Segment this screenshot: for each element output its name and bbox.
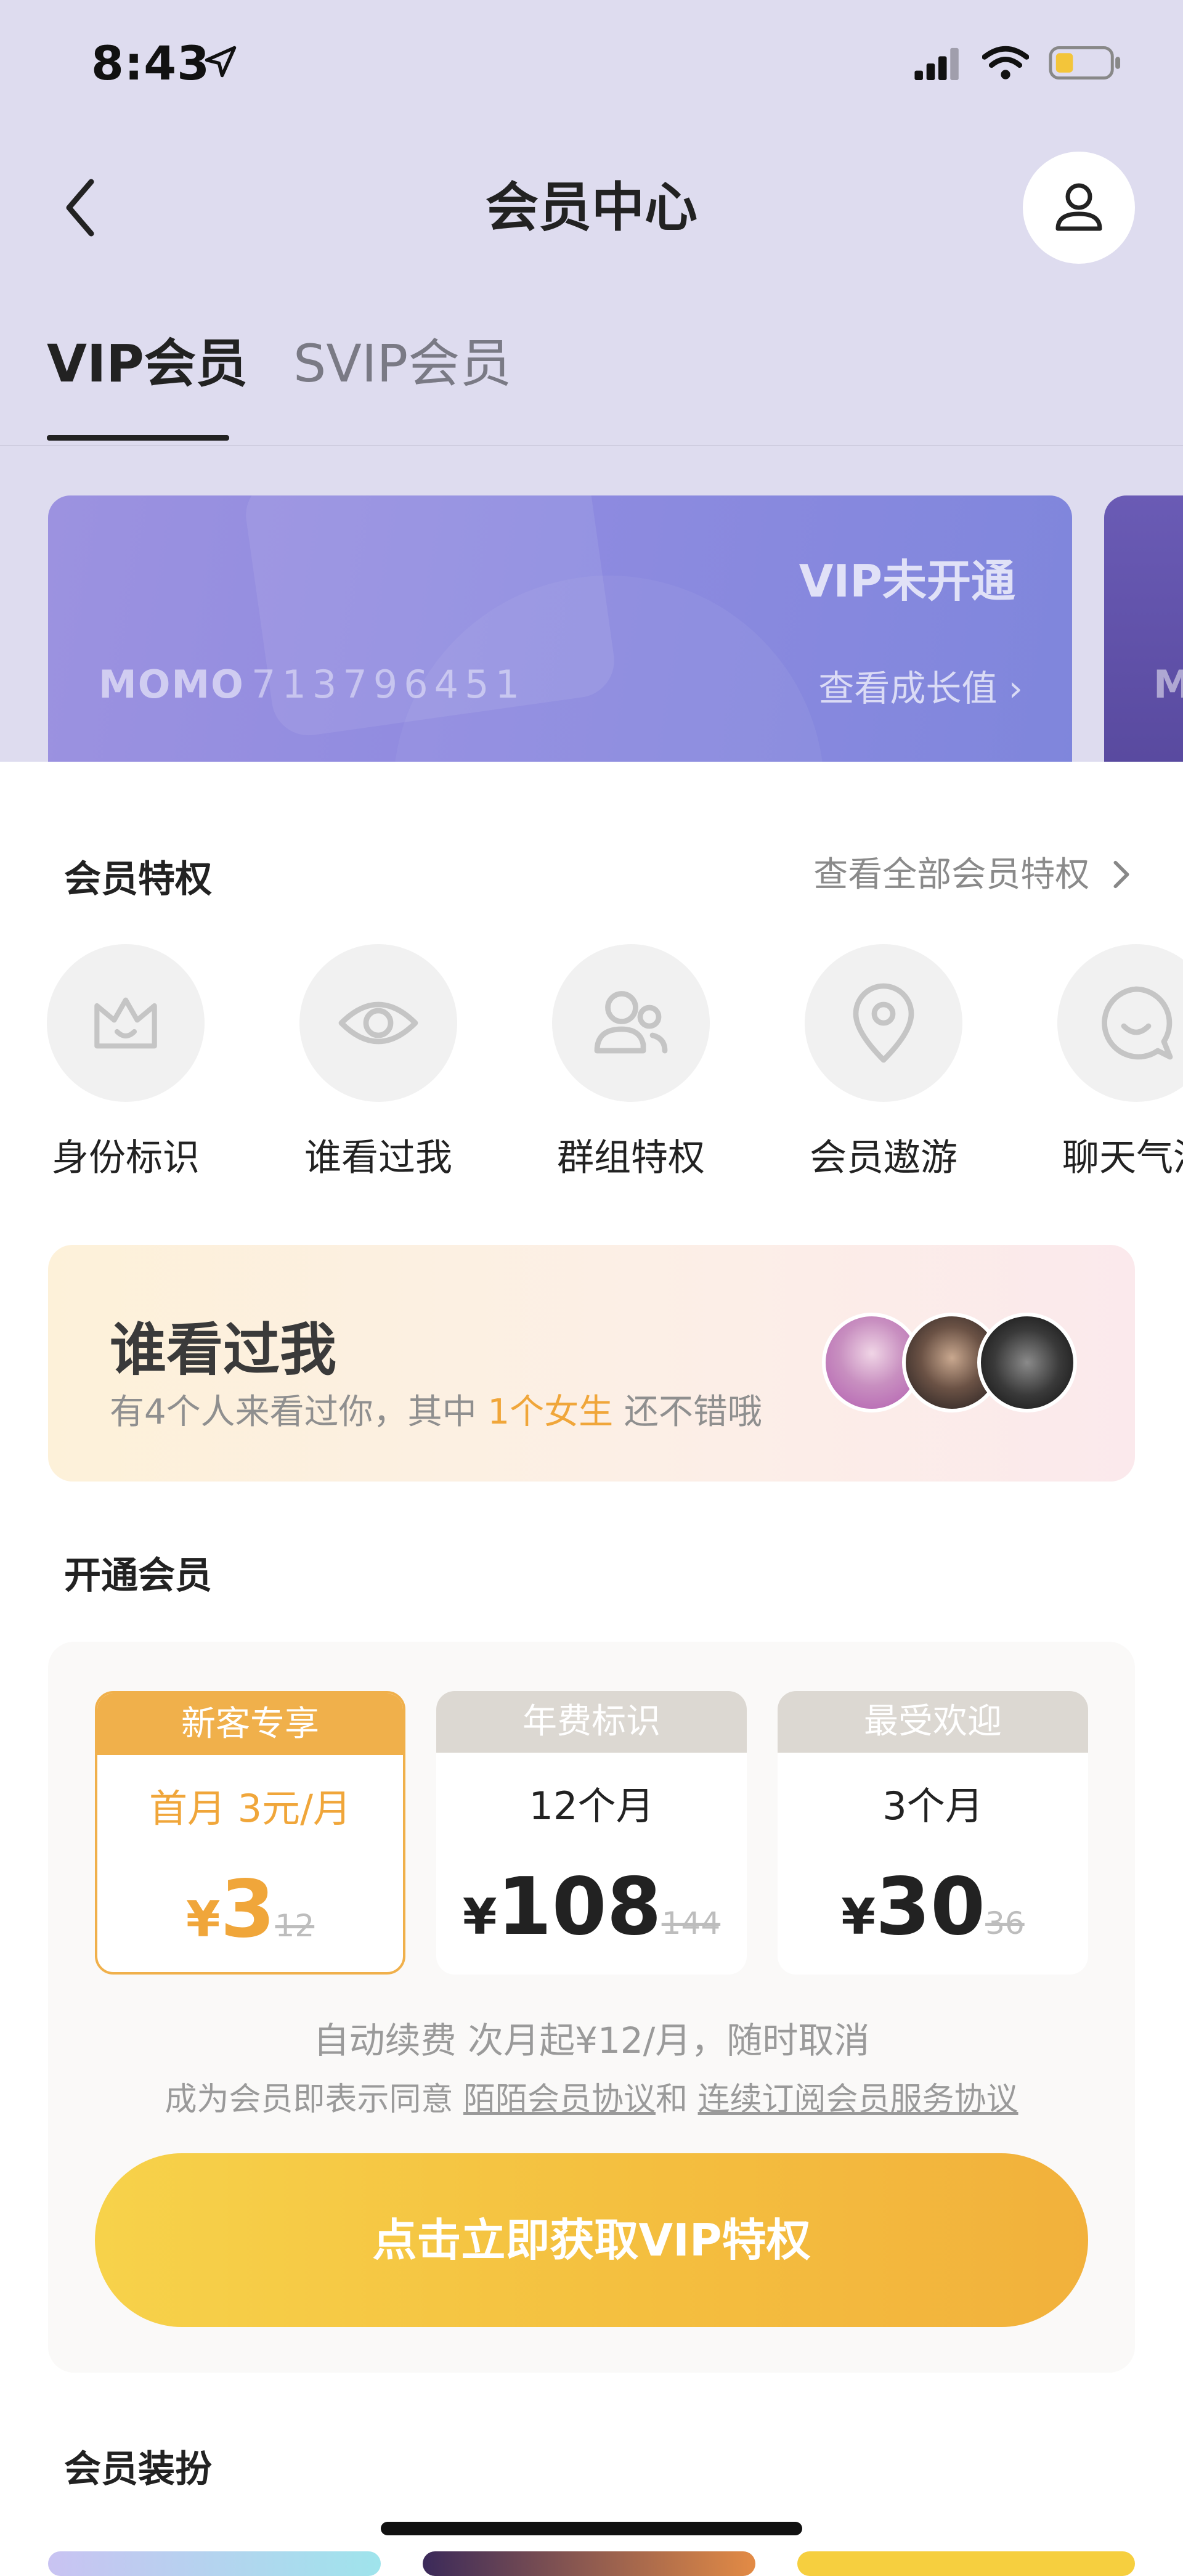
dress-up-item[interactable] — [423, 2551, 755, 2576]
member-card[interactable]: VIP未开通 MOMO 713796451 查看成长值 › — [48, 495, 1072, 791]
growth-value-link[interactable]: 查看成长值 › — [818, 659, 1023, 711]
crown-icon — [94, 997, 157, 1049]
privilege-label: 群组特权 — [557, 1136, 705, 1180]
who-viewed-title: 谁看过我 — [110, 1317, 337, 1383]
svip-card-peek[interactable]: M — [1104, 495, 1183, 791]
plan-price: ¥312 — [97, 1864, 403, 1955]
dress-up-title: 会员装扮 — [64, 2448, 212, 2491]
see-all-privileges-link[interactable]: 查看全部会员特权 — [813, 847, 1134, 897]
privilege-icon-circle — [805, 944, 962, 1102]
plan-name: 3个月 — [882, 1783, 983, 1828]
tab-svip[interactable]: SVIP会员 — [293, 327, 511, 401]
vip-status: VIP未开通 — [799, 555, 1015, 607]
profile-button[interactable] — [1023, 152, 1135, 264]
plan-price: ¥108144 — [436, 1861, 747, 1953]
agreement-and: 和 — [656, 2081, 688, 2118]
privileges-title: 会员特权 — [64, 858, 212, 901]
user-icon — [1055, 183, 1102, 231]
active-tab-indicator — [47, 435, 229, 441]
plans-panel: 新客专享 首月 3元/月 ¥312 年费标识 12个月 ¥108144 最受欢迎… — [48, 1642, 1135, 2373]
privilege-icon-circle — [1057, 944, 1183, 1102]
privilege-roam[interactable]: 会员遨游 — [803, 944, 964, 1181]
location-pin-icon — [853, 983, 914, 1063]
page-title: 会员中心 — [486, 177, 697, 238]
back-button[interactable] — [55, 174, 105, 242]
price: 108 — [497, 1861, 662, 1953]
currency: ¥ — [841, 1888, 876, 1946]
chevron-left-icon — [66, 179, 94, 237]
plan-tag: 年费标识 — [436, 1691, 747, 1753]
plan-option-3-months[interactable]: 最受欢迎 3个月 ¥3036 — [778, 1691, 1088, 1975]
wifi-icon — [982, 46, 1029, 79]
original-price: 12 — [275, 1908, 315, 1944]
price: 3 — [220, 1864, 275, 1955]
card-brand: MOMO — [99, 662, 245, 707]
dress-up-item[interactable] — [797, 2551, 1135, 2576]
desc-suffix: 还不错哦 — [624, 1392, 762, 1432]
privilege-label: 谁看过我 — [304, 1136, 452, 1180]
currency: ¥ — [462, 1888, 497, 1946]
privilege-chat-bubble[interactable]: 聊天气泡 — [1056, 944, 1183, 1181]
desc-prefix: 有4个人来看过你，其中 — [110, 1392, 477, 1432]
visitor-avatar — [977, 1313, 1077, 1412]
original-price: 144 — [661, 1906, 721, 1941]
privilege-who-viewed[interactable]: 谁看过我 — [298, 944, 458, 1181]
privilege-icon-circle — [47, 944, 205, 1102]
privilege-label: 聊天气泡 — [1062, 1136, 1183, 1180]
see-all-label: 查看全部会员特权 — [813, 855, 1090, 895]
agreement-text: 成为会员即表示同意 陌陌会员协议和 连续订阅会员服务协议 — [48, 2073, 1135, 2119]
location-arrow-icon — [205, 46, 237, 78]
tab-vip[interactable]: VIP会员 — [47, 327, 248, 401]
membership-agreement-link[interactable]: 陌陌会员协议 — [463, 2081, 656, 2118]
who-viewed-card[interactable]: 谁看过我 有4个人来看过你，其中 1个女生 还不错哦 — [48, 1245, 1135, 1482]
open-membership-title: 开通会员 — [64, 1554, 212, 1597]
tab-divider — [0, 445, 1183, 446]
get-vip-button[interactable]: 点击立即获取VIP特权 — [95, 2153, 1088, 2327]
currency: ¥ — [185, 1891, 221, 1948]
eye-icon — [338, 1001, 418, 1045]
dress-up-item[interactable] — [48, 2551, 381, 2576]
privilege-icon-circle — [552, 944, 710, 1102]
privilege-label: 身份标识 — [52, 1136, 200, 1180]
group-icon — [594, 991, 668, 1054]
privilege-label: 会员遨游 — [810, 1136, 957, 1180]
price: 30 — [875, 1861, 986, 1953]
home-indicator — [381, 2522, 802, 2535]
agreement-prefix: 成为会员即表示同意 — [165, 2081, 453, 2118]
plan-option-12-months[interactable]: 年费标识 12个月 ¥108144 — [436, 1691, 747, 1975]
chat-bubble-icon — [1102, 986, 1173, 1060]
plan-tag: 新客专享 — [97, 1694, 403, 1755]
plan-name: 首月 3元/月 — [148, 1786, 352, 1831]
who-viewed-description: 有4个人来看过你，其中 1个女生 还不错哦 — [110, 1384, 762, 1434]
desc-highlight: 1个女生 — [487, 1392, 614, 1432]
privilege-identity[interactable]: 身份标识 — [46, 944, 206, 1181]
plan-name: 12个月 — [529, 1783, 654, 1828]
privilege-group[interactable]: 群组特权 — [551, 944, 711, 1181]
plan-tag: 最受欢迎 — [778, 1691, 1088, 1753]
original-price: 36 — [985, 1906, 1025, 1941]
chevron-right-icon — [1113, 860, 1129, 889]
privilege-icon-circle — [299, 944, 457, 1102]
plan-option-first-month[interactable]: 新客专享 首月 3元/月 ¥312 — [95, 1691, 405, 1975]
card-brand: M — [1153, 662, 1183, 707]
cellular-signal-icon — [914, 47, 959, 80]
plan-price: ¥3036 — [778, 1861, 1088, 1953]
subscription-agreement-link[interactable]: 连续订阅会员服务协议 — [698, 2081, 1018, 2118]
battery-icon — [1049, 46, 1121, 80]
status-time: 8:43 — [91, 36, 211, 91]
auto-renew-note: 自动续费 次月起¥12/月，随时取消 — [313, 2020, 870, 2061]
member-id: 713796451 — [251, 662, 526, 707]
